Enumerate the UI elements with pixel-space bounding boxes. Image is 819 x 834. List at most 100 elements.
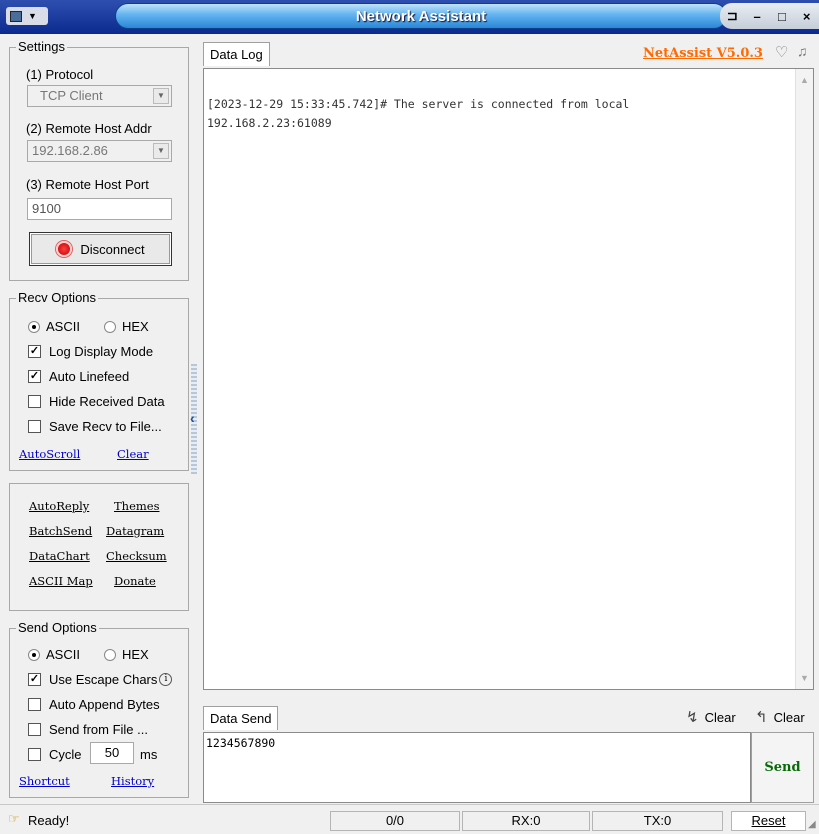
main-window: Settings (1) Protocol TCP Client ▼ (2) R… — [0, 34, 819, 834]
recv-hex-radio[interactable]: HEX — [104, 319, 149, 334]
status-count: 0/0 — [330, 811, 460, 831]
radio-unselected-icon — [104, 320, 116, 333]
radio-unselected-icon — [104, 648, 116, 661]
arrow-down-icon: ↯ — [686, 709, 699, 726]
checkmark-icon: ✓ — [28, 345, 41, 358]
checkmark-icon: ✓ — [28, 673, 41, 686]
datachart-link[interactable]: DataChart — [29, 549, 90, 563]
tab-data-send[interactable]: Data Send — [203, 706, 279, 730]
send-from-file-label: Send from File ... — [49, 722, 148, 737]
send-ascii-radio[interactable]: ASCII — [28, 647, 80, 662]
empty-checkbox-icon — [28, 723, 41, 736]
auto-linefeed-label: Auto Linefeed — [49, 369, 130, 384]
clear-send-button[interactable]: ↯ Clear — [686, 708, 736, 726]
log-lines: [2023-12-29 15:33:45.742]# The server is… — [207, 95, 629, 133]
protocol-select[interactable]: TCP Client ▼ — [27, 85, 172, 107]
log-display-mode-label: Log Display Mode — [49, 344, 154, 359]
data-log-area[interactable]: [2023-12-29 15:33:45.742]# The server is… — [203, 68, 814, 690]
checksum-link[interactable]: Checksum — [106, 549, 167, 563]
title-pill: Network Assistant — [115, 3, 727, 29]
window-title: Network Assistant — [355, 7, 487, 25]
log-scrollbar[interactable]: ▲ ▼ — [795, 69, 813, 689]
stop-icon — [56, 241, 73, 257]
dropdown-arrow-icon: ▼ — [28, 11, 37, 21]
send-content: 1234567890 — [206, 736, 276, 750]
brand-link[interactable]: NetAssist V5.0.3 — [643, 46, 763, 61]
hide-received-checkbox[interactable]: Hide Received Data — [28, 394, 165, 409]
radio-selected-icon — [28, 648, 40, 661]
chevron-down-icon: ▼ — [153, 143, 169, 159]
arrow-up-icon: ↰ — [755, 709, 768, 726]
disconnect-label: Disconnect — [80, 241, 145, 257]
close-button[interactable]: × — [796, 9, 818, 24]
cycle-checkbox[interactable]: Cycle — [28, 747, 82, 762]
send-from-file-checkbox[interactable]: Send from File ... — [28, 722, 148, 737]
scroll-down-icon[interactable]: ▼ — [800, 673, 809, 683]
window-controls: ⊐ – □ × — [720, 3, 819, 29]
title-bar: ▼ Network Assistant ⊐ – □ × — [0, 0, 819, 34]
recv-ascii-radio[interactable]: ASCII — [28, 319, 80, 334]
info-icon[interactable]: i — [159, 673, 173, 686]
clear-counter-label: Clear — [773, 709, 805, 725]
donate-link[interactable]: Donate — [114, 574, 156, 588]
auto-append-label: Auto Append Bytes — [49, 697, 160, 712]
clear-counter-button[interactable]: ↰ Clear — [755, 708, 805, 726]
tab-data-log[interactable]: Data Log — [203, 42, 270, 66]
settings-group: Settings (1) Protocol TCP Client ▼ (2) R… — [9, 39, 189, 281]
clear-send-label: Clear — [704, 709, 736, 725]
recv-clear-link[interactable]: Clear — [117, 447, 149, 461]
recv-hex-label: HEX — [122, 319, 149, 334]
disconnect-button[interactable]: Disconnect — [29, 232, 172, 266]
reset-button[interactable]: Reset — [731, 811, 806, 831]
themes-link[interactable]: Themes — [114, 499, 160, 513]
empty-checkbox-icon — [28, 698, 41, 711]
bell-icon[interactable]: ♫ — [797, 43, 808, 59]
diamond-icon[interactable]: ♡ — [775, 43, 788, 61]
status-bar: ☞ Ready! 0/0 RX:0 TX:0 Reset ◢ — [0, 804, 819, 834]
log-line: 192.168.2.23:61089 — [207, 116, 332, 130]
log-display-mode-checkbox[interactable]: ✓ Log Display Mode — [28, 344, 153, 359]
collapse-arrow-icon[interactable]: ‹ — [190, 410, 195, 426]
send-options-title: Send Options — [16, 620, 99, 635]
send-ascii-label: ASCII — [46, 647, 80, 662]
auto-append-checkbox[interactable]: Auto Append Bytes — [28, 697, 160, 712]
system-menu[interactable]: ▼ — [6, 7, 48, 25]
send-input[interactable]: 1234567890 — [203, 732, 751, 803]
shortcut-link[interactable]: Shortcut — [19, 774, 70, 788]
recv-options-group: Recv Options ASCII HEX ✓ Log Display Mod… — [9, 290, 189, 471]
scroll-up-icon[interactable]: ▲ — [800, 75, 809, 85]
port-label: (3) Remote Host Port — [26, 177, 149, 192]
host-select[interactable]: 192.168.2.86 ▼ — [27, 140, 172, 162]
save-recv-label: Save Recv to File... — [49, 419, 162, 434]
pin-button[interactable]: ⊐ — [721, 8, 743, 24]
history-link[interactable]: History — [111, 774, 154, 788]
batchsend-link[interactable]: BatchSend — [29, 524, 92, 538]
computer-icon — [10, 10, 22, 22]
ascii-map-link[interactable]: ASCII Map — [29, 574, 93, 588]
save-recv-checkbox[interactable]: Save Recv to File... — [28, 419, 162, 434]
cycle-label: Cycle — [49, 747, 82, 762]
minimize-button[interactable]: – — [746, 9, 768, 24]
cycle-input[interactable]: 50 — [90, 742, 134, 764]
resize-grip-icon[interactable]: ◢ — [808, 819, 816, 830]
send-hex-radio[interactable]: HEX — [104, 647, 149, 662]
autoscroll-link[interactable]: AutoScroll — [19, 447, 80, 461]
datagram-link[interactable]: Datagram — [106, 524, 164, 538]
auto-linefeed-checkbox[interactable]: ✓ Auto Linefeed — [28, 369, 129, 384]
host-label: (2) Remote Host Addr — [26, 121, 152, 136]
autoreply-link[interactable]: AutoReply — [29, 499, 89, 513]
escape-chars-label: Use Escape Chars — [49, 672, 158, 687]
cycle-unit: ms — [140, 747, 158, 762]
send-options-group: Send Options ASCII HEX ✓ Use Escape Char… — [9, 620, 189, 798]
port-input[interactable]: 9100 — [27, 198, 172, 220]
maximize-button[interactable]: □ — [771, 9, 793, 24]
chevron-down-icon: ▼ — [153, 88, 169, 104]
protocol-value: TCP Client — [40, 88, 103, 103]
hide-received-label: Hide Received Data — [49, 394, 165, 409]
radio-selected-icon — [28, 320, 40, 333]
escape-chars-checkbox[interactable]: ✓ Use Escape Chars i — [28, 672, 173, 687]
empty-checkbox-icon — [28, 420, 41, 433]
hand-pointer-icon: ☞ — [8, 811, 20, 826]
status-rx: RX:0 — [462, 811, 590, 831]
send-button[interactable]: Send — [751, 732, 814, 803]
